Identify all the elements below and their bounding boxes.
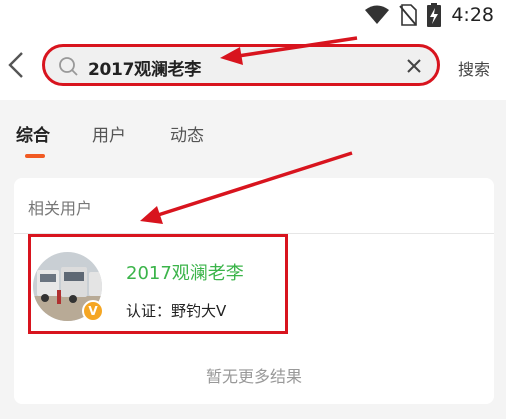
search-query[interactable]: 2017观澜老李 [88, 55, 201, 80]
clear-icon[interactable] [405, 57, 423, 75]
tab-posts[interactable]: 动态 [170, 121, 204, 146]
status-icons: 4:28 [365, 3, 494, 27]
section-title: 相关用户 [28, 199, 93, 218]
tab-users[interactable]: 用户 [92, 121, 126, 146]
user-result-item[interactable]: V 2017观澜老李 认证：野钓大V [28, 234, 288, 334]
active-tab-indicator [25, 154, 45, 158]
search-input[interactable]: 2017观澜老李 [42, 44, 440, 86]
results-card: 相关用户 V 2017观澜老李 认证：野钓大V 暂无更多结果 [14, 178, 494, 404]
search-icon [59, 57, 78, 76]
battery-charging-icon [427, 3, 442, 27]
search-button[interactable]: 搜索 [458, 56, 490, 80]
status-time: 4:28 [451, 4, 494, 26]
back-arrow-icon[interactable] [4, 50, 26, 80]
user-name[interactable]: 2017观澜老李 [126, 259, 244, 285]
tab-bar: 综合 用户 动态 [0, 100, 506, 166]
status-bar: 4:28 [0, 0, 506, 30]
wifi-icon [365, 5, 390, 24]
user-certification: 认证：野钓大V [126, 302, 227, 320]
tab-all[interactable]: 综合 [16, 121, 50, 146]
search-header: 2017观澜老李 搜索 [0, 30, 506, 100]
no-sim-icon [399, 4, 418, 26]
no-more-results: 暂无更多结果 [205, 367, 302, 386]
verified-badge: V [82, 300, 104, 322]
